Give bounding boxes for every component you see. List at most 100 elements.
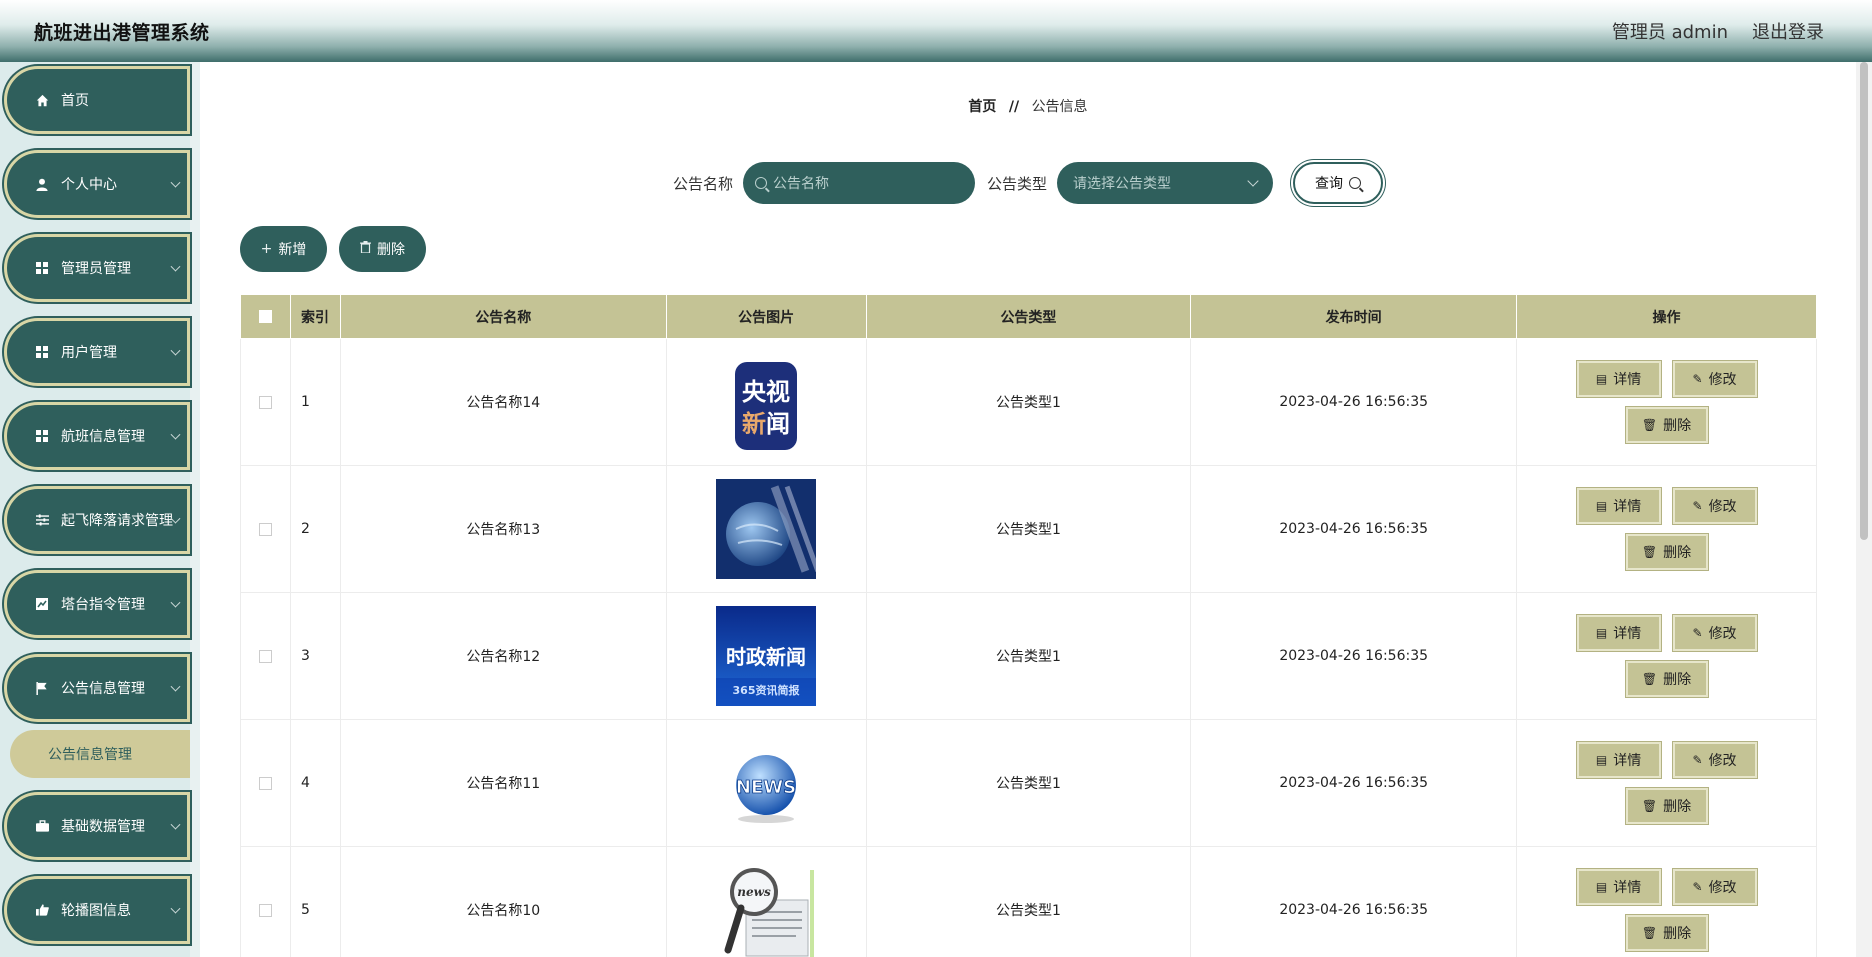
search-bar: 公告名称 公告名称 公告类型 请选择公告类型 查询: [200, 162, 1856, 204]
detail-button[interactable]: ▤ 详情: [1576, 488, 1661, 524]
row-name: 公告名称11: [340, 719, 667, 847]
sidebar-item-label: 首页: [61, 93, 89, 109]
page-scrollbar[interactable]: [1856, 62, 1872, 957]
delete-label: 删除: [1663, 799, 1692, 815]
pencil-icon: ✎: [1692, 372, 1703, 386]
row-checkbox[interactable]: [258, 395, 272, 409]
document-icon: ▤: [1595, 626, 1608, 640]
chart-icon: [33, 598, 51, 610]
table-row: 1 公告名称14 央视 新 闻 公告类型1 2023-04-26 16:56:3…: [240, 338, 1817, 466]
row-type: 公告类型1: [866, 846, 1192, 957]
row-actions: ▤ 详情 ✎ 修改 🗑 删除: [1516, 465, 1817, 593]
sidebar-item-flight-info[interactable]: 航班信息管理: [4, 402, 190, 470]
batch-delete-button[interactable]: 删除: [339, 226, 426, 272]
row-checkbox[interactable]: [258, 903, 272, 917]
delete-button[interactable]: 🗑 删除: [1625, 788, 1708, 824]
document-icon: ▤: [1595, 753, 1608, 767]
thumbs-up-icon: [33, 904, 51, 916]
grid-icon: [33, 346, 51, 358]
detail-label: 详情: [1613, 626, 1642, 642]
logout-link[interactable]: 退出登录: [1752, 18, 1824, 44]
row-index: 5: [290, 846, 341, 957]
cctv-news-image: 央视 新 闻: [735, 362, 798, 450]
row-time: 2023-04-26 16:56:35: [1190, 338, 1518, 466]
detail-button[interactable]: ▤ 详情: [1576, 869, 1661, 905]
select-all-checkbox[interactable]: [258, 310, 272, 323]
sidebar-item-tower-command[interactable]: 塔台指令管理: [4, 570, 190, 638]
sidebar: 首页 个人中心 管理员管理 用户管理 航班信息管理 起飞降落请求管理 塔台指令管…: [0, 62, 200, 957]
chevron-down-icon: [170, 177, 181, 188]
scrollbar-thumb[interactable]: [1860, 62, 1868, 540]
pencil-icon: ✎: [1692, 753, 1703, 767]
sidebar-item-basic-data[interactable]: 基础数据管理: [4, 792, 190, 860]
sidebar-item-user-manage[interactable]: 用户管理: [4, 318, 190, 386]
edit-button[interactable]: ✎ 修改: [1672, 488, 1757, 524]
flag-icon: [33, 681, 51, 695]
header-actions: 操作: [1516, 294, 1817, 339]
row-checkbox[interactable]: [258, 649, 272, 663]
row-image-cell: NEWS: [666, 719, 867, 847]
table-row: 2 公告名称13 公告类型1 2023-04-26 16:56:35 ▤ 详情 …: [240, 465, 1817, 593]
row-actions: ▤ 详情 ✎ 修改 🗑 删除: [1516, 719, 1817, 847]
search-icon: [755, 177, 767, 189]
detail-button[interactable]: ▤ 详情: [1576, 361, 1661, 397]
add-button-label: 新增: [278, 242, 307, 258]
notice-type-select[interactable]: 请选择公告类型: [1057, 162, 1274, 204]
notice-name-input[interactable]: 公告名称: [743, 162, 975, 204]
pencil-icon: ✎: [1692, 499, 1703, 513]
sidebar-item-home[interactable]: 首页: [4, 66, 190, 134]
chevron-down-icon: [170, 261, 181, 272]
grid-icon: [33, 262, 51, 274]
header-time: 发布时间: [1190, 294, 1518, 339]
edit-button[interactable]: ✎ 修改: [1672, 742, 1757, 778]
home-icon: [33, 94, 51, 107]
detail-label: 详情: [1613, 499, 1642, 515]
notice-name-label: 公告名称: [672, 174, 733, 193]
delete-button[interactable]: 🗑 删除: [1625, 534, 1708, 570]
row-image-cell: 央视 新 闻: [666, 338, 867, 466]
row-checkbox[interactable]: [258, 776, 272, 790]
row-image-cell: [666, 465, 867, 593]
delete-button[interactable]: 🗑 删除: [1625, 407, 1708, 443]
row-time: 2023-04-26 16:56:35: [1190, 719, 1518, 847]
edit-label: 修改: [1708, 372, 1737, 388]
detail-button[interactable]: ▤ 详情: [1576, 742, 1661, 778]
row-checkbox-cell: [240, 592, 291, 720]
sidebar-item-takeoff-landing[interactable]: 起飞降落请求管理: [4, 486, 190, 554]
delete-button[interactable]: 🗑 删除: [1625, 661, 1708, 697]
row-index: 4: [290, 719, 341, 847]
pencil-icon: ✎: [1692, 880, 1703, 894]
delete-label: 删除: [1663, 926, 1692, 942]
sidebar-item-personal-center[interactable]: 个人中心: [4, 150, 190, 218]
news-magnifier-image: news: [724, 868, 815, 957]
row-checkbox[interactable]: [258, 522, 272, 536]
search-icon: [1349, 177, 1362, 189]
edit-button[interactable]: ✎ 修改: [1672, 869, 1757, 905]
edit-button[interactable]: ✎ 修改: [1672, 615, 1757, 651]
row-actions: ▤ 详情 ✎ 修改 🗑 删除: [1516, 846, 1817, 957]
sidebar-subitem-notice-manage[interactable]: 公告信息管理: [10, 730, 190, 778]
delete-button[interactable]: 🗑 删除: [1625, 915, 1708, 951]
notice-name-placeholder: 公告名称: [773, 176, 829, 192]
sidebar-item-carousel[interactable]: 轮播图信息: [4, 876, 190, 944]
add-button[interactable]: + 新增: [240, 226, 327, 272]
table-row: 4 公告名称11 NEWS 公告类型1 2023-04-26 16:56:35 …: [240, 719, 1817, 847]
detail-button[interactable]: ▤ 详情: [1576, 615, 1661, 651]
trash-icon: 🗑: [1641, 926, 1658, 940]
delete-label: 删除: [1663, 545, 1692, 561]
chevron-down-icon: [170, 681, 181, 692]
sidebar-item-admin-manage[interactable]: 管理员管理: [4, 234, 190, 302]
breadcrumb-home[interactable]: 首页: [968, 99, 996, 115]
batch-delete-label: 删除: [377, 242, 405, 258]
document-icon: ▤: [1595, 880, 1608, 894]
row-name: 公告名称14: [340, 338, 667, 466]
table-row: 5 公告名称10 news 公告类型1 2023-04-26 16:56:35 …: [240, 846, 1817, 957]
row-type: 公告类型1: [866, 592, 1192, 720]
sidebar-item-notice-manage[interactable]: 公告信息管理: [4, 654, 190, 722]
edit-button[interactable]: ✎ 修改: [1672, 361, 1757, 397]
document-icon: ▤: [1595, 372, 1608, 386]
politics-news-image: 时政新闻 365资讯简报: [716, 606, 817, 706]
admin-user-label[interactable]: 管理员 admin: [1612, 18, 1728, 44]
query-button[interactable]: 查询: [1293, 162, 1384, 204]
politics-title: 时政新闻: [726, 645, 806, 669]
